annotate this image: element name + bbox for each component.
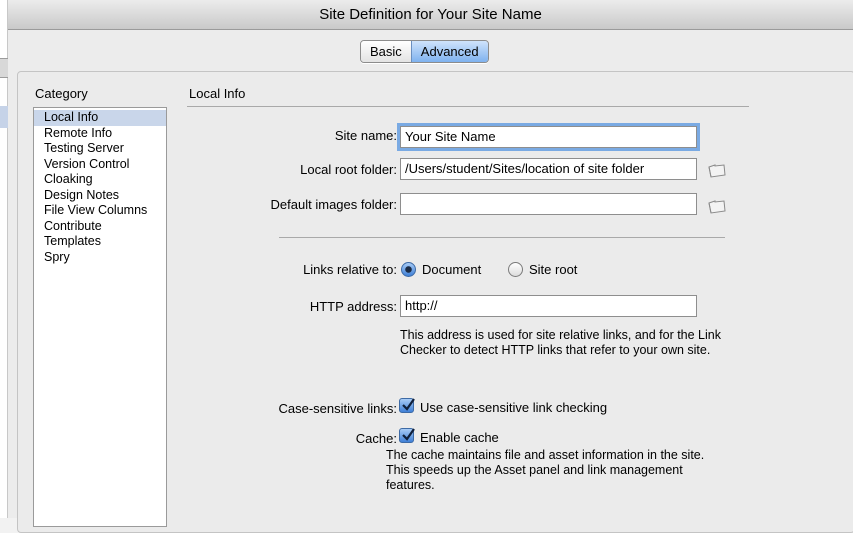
http-address-note: This address is used for site relative l… (400, 328, 721, 357)
links-relative-label: Links relative to: (303, 262, 397, 277)
background-window-selection (0, 106, 8, 128)
category-heading: Category (35, 86, 88, 101)
cache-checkbox-label: Enable cache (420, 430, 499, 445)
cache-label: Cache: (355, 431, 397, 446)
case-sensitive-checkbox[interactable] (399, 398, 415, 413)
category-item-testing-server[interactable]: Testing Server (34, 141, 166, 157)
background-window-row (0, 58, 8, 78)
site-name-label: Site name: (334, 128, 397, 143)
category-item-templates[interactable]: Templates (34, 234, 166, 250)
local-root-input[interactable]: /Users/student/Sites/location of site fo… (400, 158, 697, 180)
category-item-design-notes[interactable]: Design Notes (34, 188, 166, 204)
site-name-input[interactable]: Your Site Name (397, 123, 700, 151)
category-item-contribute[interactable]: Contribute (34, 219, 166, 235)
category-item-file-view-columns[interactable]: File View Columns (34, 203, 166, 219)
default-images-label: Default images folder: (270, 197, 397, 212)
cache-checkbox[interactable] (399, 428, 415, 443)
local-root-label: Local root folder: (300, 162, 397, 177)
section-title: Local Info (189, 86, 246, 101)
checkmark-icon (402, 398, 415, 411)
section-divider (187, 106, 749, 107)
background-window-edge (0, 0, 8, 518)
folder-icon[interactable] (708, 164, 726, 178)
category-item-remote-info[interactable]: Remote Info (34, 126, 166, 142)
category-item-cloaking[interactable]: Cloaking (34, 172, 166, 188)
tab-basic[interactable]: Basic (361, 41, 411, 62)
mode-tabs: Basic Advanced (360, 40, 489, 63)
site-root-radio-label: Site root (529, 262, 578, 277)
category-item-version-control[interactable]: Version Control (34, 157, 166, 173)
http-address-input[interactable]: http:// (400, 295, 697, 317)
section-divider (279, 237, 725, 238)
document-radio-label: Document (422, 262, 482, 277)
category-item-spry[interactable]: Spry (34, 250, 166, 266)
document-radio[interactable] (401, 262, 416, 277)
window-title: Site Definition for Your Site Name (8, 0, 853, 30)
case-sensitive-checkbox-label: Use case-sensitive link checking (420, 400, 608, 415)
folder-icon[interactable] (708, 200, 726, 214)
default-images-input[interactable] (400, 193, 697, 215)
tab-advanced[interactable]: Advanced (410, 41, 488, 62)
category-item-local-info[interactable]: Local Info (34, 110, 166, 126)
http-address-label: HTTP address: (309, 299, 397, 314)
site-root-radio[interactable] (508, 262, 523, 277)
case-sensitive-label: Case-sensitive links: (278, 401, 398, 416)
cache-note: The cache maintains file and asset infor… (386, 448, 705, 492)
checkmark-icon (402, 428, 415, 441)
category-list: Local Info Remote Info Testing Server Ve… (33, 107, 167, 527)
